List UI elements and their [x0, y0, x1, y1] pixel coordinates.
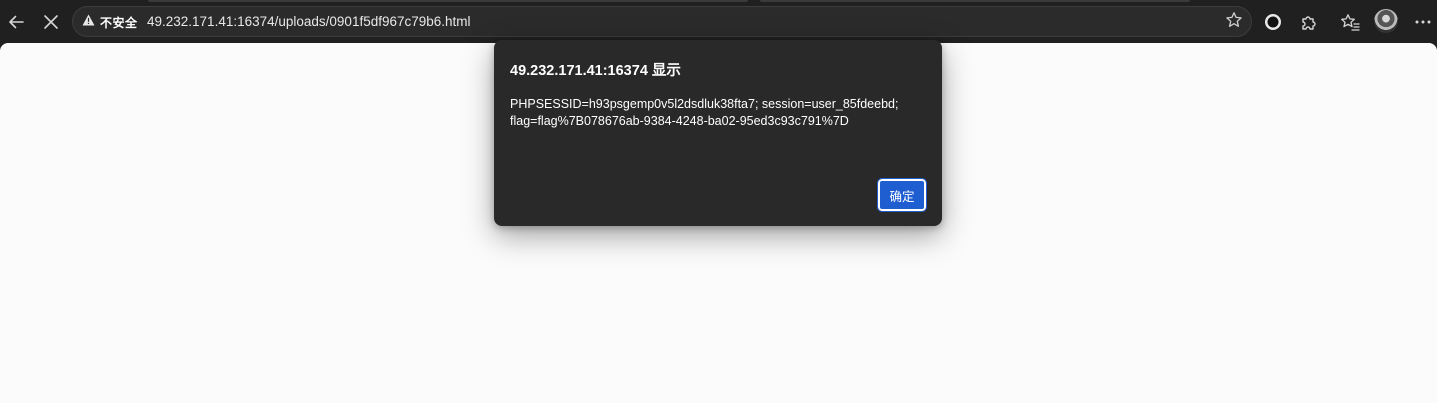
favorites-button[interactable]: [1335, 7, 1365, 37]
security-indicator[interactable]: 不安全: [82, 14, 138, 30]
tab-strip-edge-2: [760, 0, 1190, 2]
address-bar[interactable]: 不安全 49.232.171.41:16374/uploads/0901f5df…: [72, 6, 1252, 37]
extensions-button[interactable]: [1294, 7, 1324, 37]
more-icon: [1415, 20, 1431, 24]
record-extension-button[interactable]: [1258, 7, 1288, 37]
dialog-title: 49.232.171.41:16374 显示: [510, 63, 681, 79]
star-icon: [1225, 11, 1243, 34]
ok-button[interactable]: 确定: [877, 178, 927, 212]
avatar[interactable]: [1374, 9, 1398, 33]
security-label: 不安全: [100, 15, 138, 30]
warning-triangle-icon: [82, 13, 95, 31]
alert-dialog: 49.232.171.41:16374 显示 PHPSESSID=h93psge…: [494, 40, 942, 226]
favorite-button[interactable]: [1223, 11, 1245, 33]
dialog-message-line: flag=flag%7B078676ab-9384-4248-ba02-95ed…: [510, 114, 849, 128]
more-button[interactable]: [1408, 7, 1437, 37]
url-text[interactable]: 49.232.171.41:16374/uploads/0901f5df967c…: [147, 14, 471, 29]
back-button[interactable]: [1, 7, 31, 37]
stop-loading-icon: [43, 14, 59, 30]
dialog-message-line: PHPSESSID=h93psgemp0v5l2dsdluk38fta7; se…: [510, 97, 899, 111]
puzzle-icon: [1300, 13, 1318, 31]
dialog-message: PHPSESSID=h93psgemp0v5l2dsdluk38fta7; se…: [510, 96, 925, 130]
record-extension-icon: [1264, 13, 1282, 31]
back-arrow-icon: [7, 13, 25, 31]
stop-loading-button[interactable]: [36, 7, 66, 37]
browser-toolbar: 不安全 49.232.171.41:16374/uploads/0901f5df…: [0, 0, 1437, 43]
favorites-icon: [1340, 13, 1360, 31]
tab-strip-edge: [148, 0, 748, 2]
